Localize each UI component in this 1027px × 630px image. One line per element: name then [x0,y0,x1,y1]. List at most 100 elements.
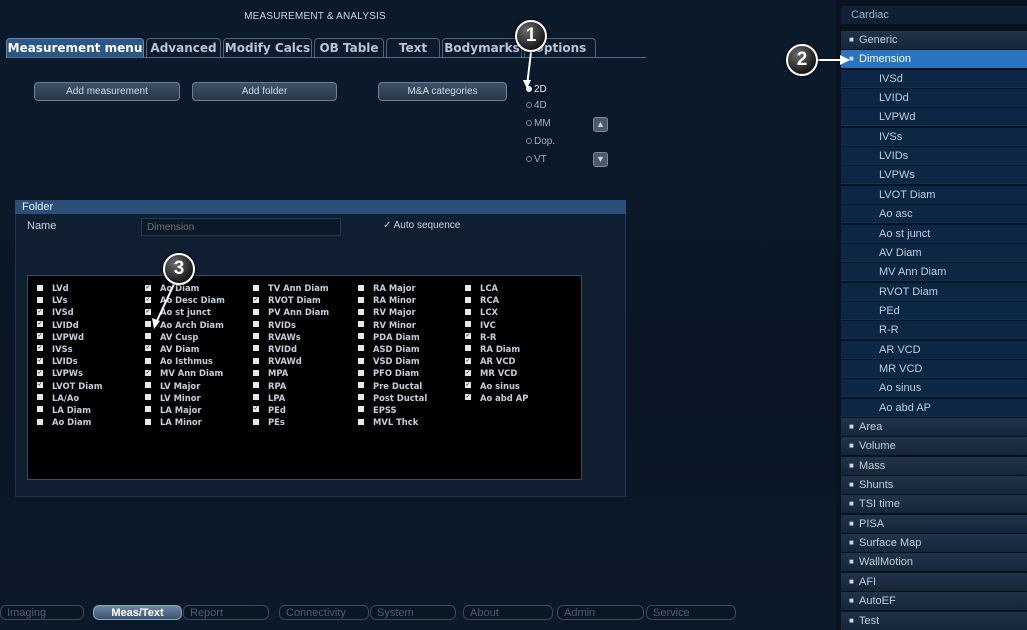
checklist-item[interactable]: RV Major [358,306,427,318]
checklist-item[interactable]: RA Major [358,282,427,294]
checkbox-icon[interactable] [145,357,151,364]
checkbox-icon[interactable] [145,296,151,303]
checklist-item[interactable]: ASD Diam [358,343,427,355]
bottom-tab-admin[interactable]: Admin [557,605,644,620]
sidebar-item-mv-ann-diam[interactable]: MV Ann Diam [841,263,1027,282]
checklist-item[interactable]: LVd [37,282,102,294]
sidebar-item-generic[interactable]: ■ Generic [841,31,1027,49]
bottom-tab-meas-text[interactable]: Meas/Text [93,605,182,620]
checkbox-icon[interactable] [358,308,364,315]
sidebar-item-ao-asc[interactable]: Ao asc [841,205,1027,224]
checkbox-icon[interactable] [358,296,364,303]
checkbox-icon[interactable] [358,357,364,364]
sidebar-item-ivsd[interactable]: IVSd [841,69,1027,88]
sidebar-item-ao-st-junct[interactable]: Ao st junct [841,224,1027,243]
sidebar-item-volume[interactable]: ■ Volume [841,437,1027,456]
checkbox-icon[interactable] [253,333,259,340]
checklist-item[interactable]: Ao st junct [145,306,225,318]
sidebar-item-ar-vcd[interactable]: AR VCD [841,340,1027,359]
sidebar-item-mr-vcd[interactable]: MR VCD [841,359,1027,378]
checkbox-icon[interactable] [465,394,471,401]
tab-advanced[interactable]: Advanced [146,38,221,57]
checkbox-icon[interactable] [358,321,364,328]
checkbox-icon[interactable] [253,369,259,376]
sidebar-item-lvpws[interactable]: LVPWs [841,166,1027,185]
tab-text[interactable]: Text [386,38,440,57]
checklist-item[interactable]: MR VCD [465,367,528,379]
tab-modify-calcs[interactable]: Modify Calcs [223,38,312,57]
checkbox-icon[interactable] [358,345,364,352]
add-measurement-button[interactable]: Add measurement [34,82,180,101]
checkbox-icon[interactable] [253,284,259,291]
checkbox-icon[interactable] [253,308,259,315]
checkbox-icon[interactable] [145,382,151,388]
checkbox-icon[interactable] [145,321,151,328]
checkbox-icon[interactable] [37,345,43,352]
checklist-item[interactable]: LA Minor [145,416,225,428]
checklist-item[interactable]: IVC [465,319,528,331]
checkbox-icon[interactable] [465,296,471,303]
tab-bodymarks[interactable]: Bodymarks [442,38,522,57]
checkbox-icon[interactable] [253,345,259,352]
bottom-tab-service[interactable]: Service [646,605,736,620]
checkbox-icon[interactable] [37,418,43,425]
checklist-item[interactable]: AR VCD [465,355,528,367]
checklist-item[interactable]: PDA Diam [358,331,427,343]
bottom-tab-report[interactable]: Report [183,605,269,620]
checklist-item[interactable]: LVIDs [37,355,102,367]
checkbox-icon[interactable] [465,321,471,328]
checkbox-icon[interactable] [465,357,471,364]
checklist-item[interactable]: Ao Desc Diam [145,294,225,306]
checklist-item[interactable]: RVAWs [253,331,329,343]
checkbox-icon[interactable] [37,406,43,413]
checkbox-icon[interactable] [145,394,151,401]
mode-radio-4d[interactable]: 4D [526,99,547,113]
mode-radio-vt[interactable]: VT [526,153,547,167]
checklist-item[interactable]: MVL Thck [358,416,427,428]
checklist-item[interactable]: AV Cusp [145,331,225,343]
checklist-item[interactable]: LVOT Diam [37,380,102,392]
ma-categories-button[interactable]: M&A categories [378,82,507,101]
checkbox-icon[interactable] [358,369,364,376]
mode-radio-mm[interactable]: MM [526,117,551,131]
checkbox-icon[interactable] [145,406,151,413]
checkbox-icon[interactable] [253,296,259,303]
checkbox-icon[interactable] [358,382,364,388]
checklist-item[interactable]: RCA [465,294,528,306]
checklist-item[interactable]: TV Ann Diam [253,282,329,294]
folder-name-input[interactable] [141,218,341,236]
sidebar-item-ivss[interactable]: IVSs [841,127,1027,146]
checklist-item[interactable]: RVAWd [253,355,329,367]
checklist-item[interactable]: AV Diam [145,343,225,355]
checklist-item[interactable]: LV Minor [145,392,225,404]
checkbox-icon[interactable] [37,308,43,315]
mode-radio-2d[interactable]: 2D [526,83,547,97]
sidebar-item-afi[interactable]: ■ AFI [841,572,1027,591]
sidebar-item-autoef[interactable]: ■ AutoEF [841,592,1027,611]
checklist-item[interactable]: LVPWd [37,331,102,343]
add-folder-button[interactable]: Add folder [192,82,337,101]
checklist-item[interactable]: RVOT Diam [253,294,329,306]
checklist-item[interactable]: RVIDs [253,319,329,331]
checkbox-icon[interactable] [253,418,259,425]
checkbox-icon[interactable] [465,382,471,388]
checklist-item[interactable]: IVSd [37,306,102,318]
sidebar-item-lvot-diam[interactable]: LVOT Diam [841,185,1027,204]
checklist-item[interactable]: MV Ann Diam [145,367,225,379]
checklist-item[interactable]: RPA [253,380,329,392]
sidebar-item-ao-abd-ap[interactable]: Ao abd AP [841,398,1027,417]
checklist-item[interactable]: RVIDd [253,343,329,355]
checklist-item[interactable]: Ao Arch Diam [145,319,225,331]
auto-sequence-checkbox[interactable]: ✓ Auto sequence [383,220,460,231]
checkbox-icon[interactable] [145,418,151,425]
checkbox-icon[interactable] [358,418,364,425]
checklist-item[interactable]: LCA [465,282,528,294]
checkbox-icon[interactable] [358,333,364,340]
checkbox-icon[interactable] [37,284,43,291]
checklist-item[interactable]: R-R [465,331,528,343]
checkbox-icon[interactable] [358,284,364,291]
checklist-item[interactable]: Ao Isthmus [145,355,225,367]
move-down-button[interactable]: ▼ [593,152,608,167]
checkbox-icon[interactable] [253,382,259,388]
bottom-tab-about[interactable]: About [463,605,553,620]
